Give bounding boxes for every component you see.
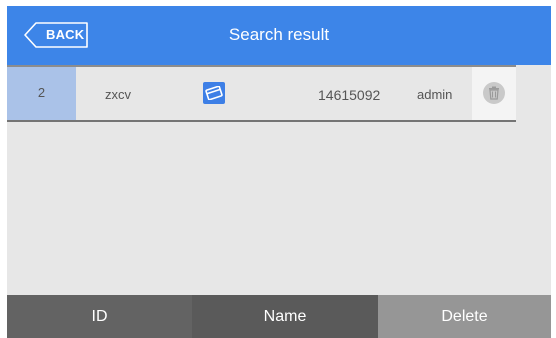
page-title: Search result (228, 25, 330, 44)
row-name: zxcv (105, 87, 131, 102)
row-id-cell: 2 (7, 67, 76, 120)
footer-bar: ID Name Delete (7, 295, 551, 338)
delete-button[interactable]: Delete (378, 295, 551, 338)
sort-by-id-button[interactable]: ID (7, 295, 192, 338)
screen: BACK Search result 2 zxcv 14615092 admin (7, 6, 551, 338)
trash-icon[interactable] (483, 82, 505, 104)
row-card-number: 14615092 (318, 87, 381, 103)
sort-by-name-button[interactable]: Name (192, 295, 378, 338)
card-icon (203, 82, 225, 104)
row-delete-cell (472, 67, 516, 120)
row-id: 2 (37, 85, 46, 100)
table-row[interactable]: 2 zxcv 14615092 admin (7, 65, 516, 122)
row-user: admin (417, 87, 453, 102)
header-bar: BACK Search result (7, 6, 551, 65)
